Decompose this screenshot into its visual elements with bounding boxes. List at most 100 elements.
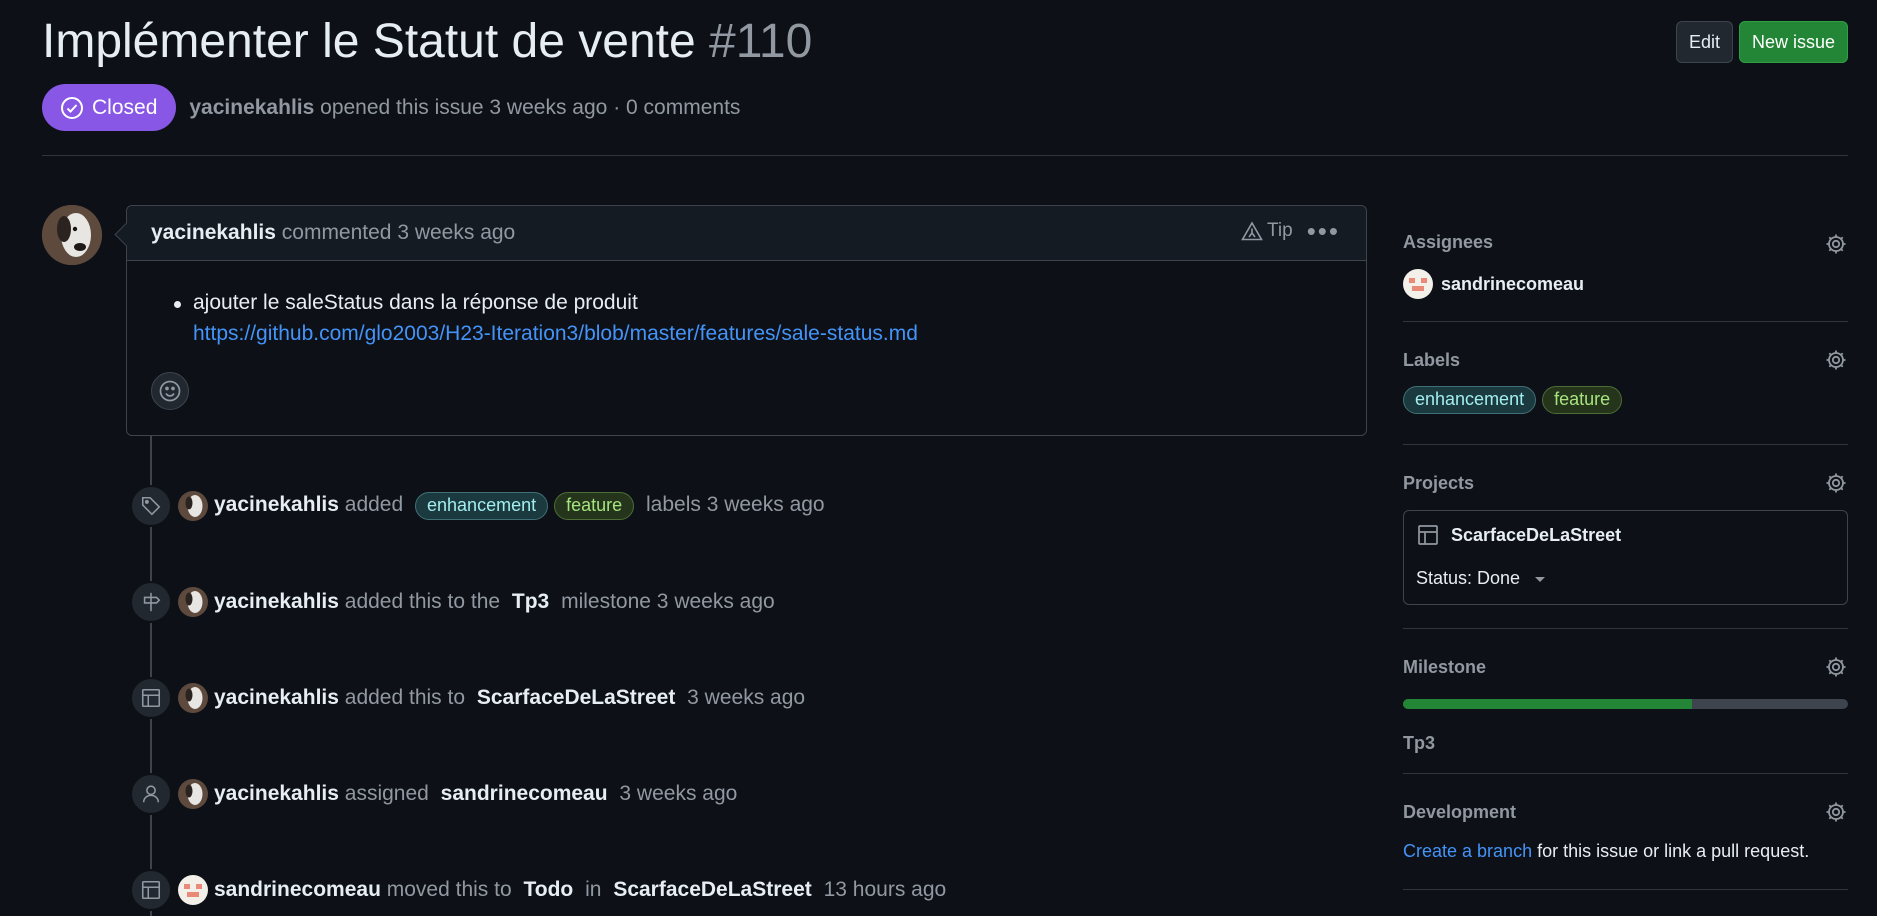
comment-count: 0 comments [626, 95, 741, 119]
event-actor[interactable]: yacinekahlis [214, 782, 339, 805]
status-column: Todo [523, 878, 574, 901]
edit-button[interactable]: Edit [1675, 21, 1733, 63]
table-icon [141, 688, 161, 708]
timeline-item-moved: sandrinecomeau moved this to Todo in Sca… [130, 869, 952, 911]
meta-separator: · [613, 95, 621, 119]
labels-title: Labels [1403, 350, 1461, 370]
tip-button[interactable]: Tip [1241, 220, 1293, 242]
table-icon [141, 880, 161, 900]
timeline-item-assigned: yacinekahlis assigned sandrinecomeau 3 w… [130, 773, 743, 815]
labels-list: enhancement feature [1403, 386, 1628, 414]
dog-avatar-image [42, 205, 102, 265]
header-actions: Edit New issue [1675, 21, 1848, 63]
avatar[interactable] [178, 587, 208, 617]
project-link[interactable]: ScarfaceDeLaStreet [613, 878, 811, 901]
label-enhancement[interactable]: enhancement [415, 492, 549, 520]
issue-title: Implémenter le Statut de vente #110 [42, 14, 1848, 70]
avatar[interactable] [178, 875, 208, 905]
milestone-name[interactable]: Tp3 [1403, 733, 1435, 754]
event-tail: labels 3 weeks ago [646, 493, 825, 516]
assignees-title: Assignees [1403, 232, 1494, 252]
comment-header: yacinekahlis commented 3 weeks ago Tip •… [127, 206, 1366, 261]
comment-body: ajouter le saleStatus dans la réponse de… [127, 261, 1366, 349]
comment-link[interactable]: https://github.com/glo2003/H23-Iteration… [193, 322, 918, 345]
issue-number: #110 [709, 15, 813, 68]
avatar[interactable] [178, 491, 208, 521]
gear-icon[interactable] [1824, 348, 1848, 372]
avatar[interactable] [178, 779, 208, 809]
comment-bullet-text: ajouter le saleStatus dans la réponse de… [193, 291, 638, 314]
project-link[interactable]: ScarfaceDeLaStreet [477, 686, 675, 709]
project-status-select[interactable]: Status: Done [1416, 568, 1546, 589]
gear-icon[interactable] [1824, 800, 1848, 824]
gear-icon[interactable] [1824, 471, 1848, 495]
check-circle-icon [61, 96, 83, 119]
timeline-badge [130, 581, 172, 623]
milestone-progress-bar [1403, 699, 1848, 709]
timeline-item-project: yacinekahlis added this to ScarfaceDeLaS… [130, 677, 811, 719]
milestone-link[interactable]: Tp3 [512, 590, 549, 613]
avatar[interactable] [178, 683, 208, 713]
timeline-badge [130, 869, 172, 911]
status-label: Closed [92, 95, 158, 119]
event-tail: milestone 3 weeks ago [561, 590, 775, 613]
comment-box: yacinekahlis commented 3 weeks ago Tip •… [126, 205, 1367, 436]
event-actor[interactable]: yacinekahlis [214, 686, 339, 709]
avatar[interactable] [42, 205, 102, 265]
add-reaction-button[interactable] [151, 372, 189, 410]
assignee-link[interactable]: sandrinecomeau [441, 782, 608, 805]
issue-opened-line: yacinekahlis opened this issue 3 weeks a… [189, 96, 740, 120]
sidebar-development: Development Create a branch for this iss… [1403, 774, 1848, 890]
alert-triangle-icon [1241, 221, 1263, 241]
development-title: Development [1403, 802, 1517, 822]
opened-text: opened this issue 3 weeks ago [320, 95, 608, 119]
sidebar-milestone: Milestone Tp3 [1403, 629, 1848, 774]
event-tail: 3 weeks ago [687, 686, 806, 709]
event-text: added this to the [344, 590, 501, 613]
comment-header-actions: Tip ••• [1241, 218, 1340, 244]
status-badge: Closed [42, 84, 177, 131]
event-tail: 13 hours ago [823, 878, 947, 901]
smiley-icon [159, 380, 181, 402]
label-enhancement[interactable]: enhancement [1403, 386, 1537, 414]
chevron-down-icon [1535, 576, 1546, 582]
event-tail: 3 weeks ago [619, 782, 738, 805]
tip-label: Tip [1266, 220, 1293, 241]
comment-timestamp[interactable]: commented 3 weeks ago [282, 221, 515, 245]
event-text: assigned [344, 782, 429, 805]
comment-author[interactable]: yacinekahlis [151, 221, 276, 245]
label-feature[interactable]: feature [554, 492, 635, 520]
event-text: added [344, 493, 404, 516]
project-name[interactable]: ScarfaceDeLaStreet [1451, 525, 1621, 546]
development-description: for this issue or link a pull request. [1537, 841, 1810, 861]
sidebar-assignees: Assignees sandrinecomeau [1403, 222, 1848, 322]
gear-icon[interactable] [1824, 655, 1848, 679]
timeline-badge [130, 677, 172, 719]
new-issue-button[interactable]: New issue [1738, 21, 1848, 63]
issue-title-text: Implémenter le Statut de vente [42, 15, 696, 68]
table-icon [1418, 525, 1438, 545]
timeline-item-labeled: yacinekahlis added enhancement feature la… [130, 485, 831, 527]
more-options-icon[interactable]: ••• [1307, 218, 1340, 244]
event-actor[interactable]: yacinekahlis [214, 590, 339, 613]
event-actor[interactable]: sandrinecomeau [214, 878, 381, 901]
milestone-progress-fill [1403, 699, 1693, 709]
person-icon [142, 785, 160, 803]
event-text: moved this to [386, 878, 512, 901]
development-text: Create a branch for this issue or link a… [1403, 841, 1809, 862]
issue-author-link[interactable]: yacinekahlis [189, 96, 314, 119]
assignee-item[interactable]: sandrinecomeau [1403, 269, 1584, 299]
sidebar-labels: Labels enhancement feature [1403, 322, 1848, 445]
event-text: added this to [344, 686, 466, 709]
issue-meta: Closed yacinekahlis opened this issue 3 … [42, 84, 740, 131]
sidebar: Assignees sandrinecomeau Labels enhancem… [1403, 222, 1848, 890]
label-feature[interactable]: feature [1542, 386, 1623, 414]
project-status: Status: Done [1416, 568, 1521, 588]
projects-title: Projects [1403, 473, 1475, 493]
event-actor[interactable]: yacinekahlis [214, 493, 339, 516]
timeline-badge [130, 485, 172, 527]
event-text-in: in [585, 878, 602, 901]
gear-icon[interactable] [1824, 232, 1848, 256]
tag-icon [141, 496, 161, 516]
create-branch-link[interactable]: Create a branch [1403, 841, 1532, 861]
